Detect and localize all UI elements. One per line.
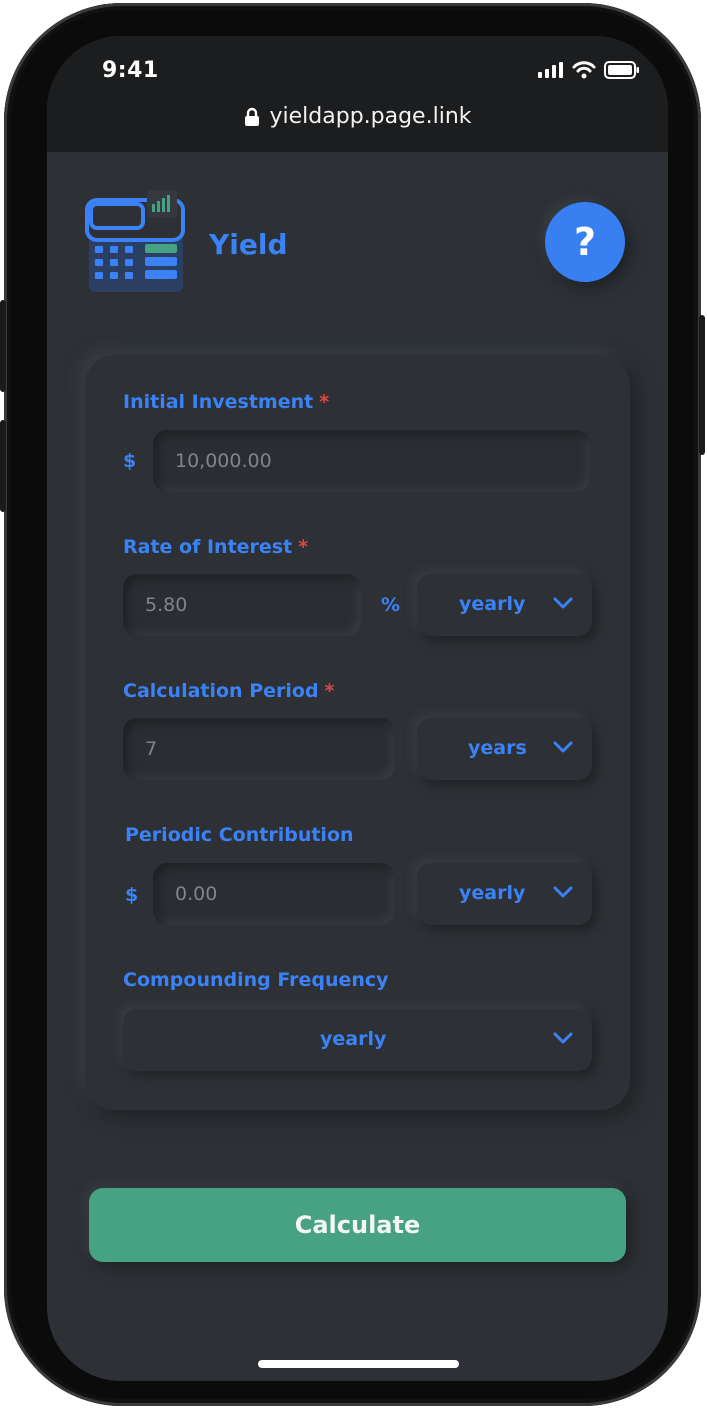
calculation-period-input[interactable]: 7: [123, 718, 395, 780]
initial-investment-label: Initial Investment *: [123, 391, 329, 413]
app-title: Yield: [209, 228, 288, 261]
rate-of-interest-label: Rate of Interest *: [123, 536, 308, 558]
periodic-contribution-input[interactable]: 0.00: [153, 863, 395, 925]
chevron-down-icon: [553, 597, 573, 609]
wifi-icon: [572, 61, 596, 79]
calculation-period-label: Calculation Period *: [123, 680, 334, 702]
percent-symbol: %: [381, 594, 401, 616]
periodic-contribution-label: Periodic Contribution: [125, 824, 354, 846]
volume-down-button: [0, 420, 6, 512]
volume-up-button: [0, 300, 6, 392]
calculation-period-unit-select[interactable]: years: [417, 718, 592, 780]
home-indicator: [258, 1360, 459, 1368]
rate-of-interest-input[interactable]: 5.80: [123, 574, 361, 636]
calculator-form: Initial Investment * $ 10,000.00 Rate of …: [85, 355, 630, 1110]
screen: 9:41 yieldapp.page.link Yield ? Initial …: [47, 36, 668, 1381]
app-content: Yield ? Initial Investment * $ 10,000.00 …: [47, 152, 668, 1381]
help-button[interactable]: ?: [545, 202, 625, 282]
battery-icon: [604, 61, 639, 79]
signal-icon: [538, 62, 563, 78]
required-marker: *: [298, 536, 309, 558]
compounding-frequency-select[interactable]: yearly: [123, 1009, 592, 1071]
contribution-period-value: yearly: [459, 882, 526, 904]
lock-icon: [244, 107, 259, 126]
contribution-period-select[interactable]: yearly: [417, 863, 592, 925]
compounding-frequency-label: Compounding Frequency: [123, 969, 389, 991]
calculation-period-unit-value: years: [468, 737, 527, 759]
required-marker: *: [319, 391, 330, 413]
rate-of-interest-label-text: Rate of Interest: [123, 536, 293, 558]
rate-period-value: yearly: [459, 593, 526, 615]
calculate-button[interactable]: Calculate: [89, 1188, 626, 1262]
required-marker: *: [324, 680, 335, 702]
phone-frame: 9:41 yieldapp.page.link Yield ? Initial …: [0, 3, 705, 1406]
address-bar[interactable]: yieldapp.page.link: [47, 104, 668, 129]
chevron-down-icon: [553, 886, 573, 898]
chevron-down-icon: [553, 1032, 573, 1044]
url-text: yieldapp.page.link: [269, 104, 472, 129]
browser-top-bar: 9:41 yieldapp.page.link: [47, 36, 668, 152]
currency-symbol: $: [123, 450, 137, 472]
power-button: [699, 315, 705, 455]
status-icons: [538, 61, 640, 79]
currency-symbol: $: [125, 884, 139, 906]
rate-period-select[interactable]: yearly: [417, 574, 592, 636]
compounding-frequency-value: yearly: [320, 1028, 387, 1050]
calculator-logo-icon: [85, 190, 185, 292]
initial-investment-input[interactable]: 10,000.00: [153, 430, 590, 492]
status-time: 9:41: [102, 58, 159, 83]
initial-investment-label-text: Initial Investment: [123, 391, 314, 413]
calculation-period-label-text: Calculation Period: [123, 680, 319, 702]
chevron-down-icon: [553, 741, 573, 753]
